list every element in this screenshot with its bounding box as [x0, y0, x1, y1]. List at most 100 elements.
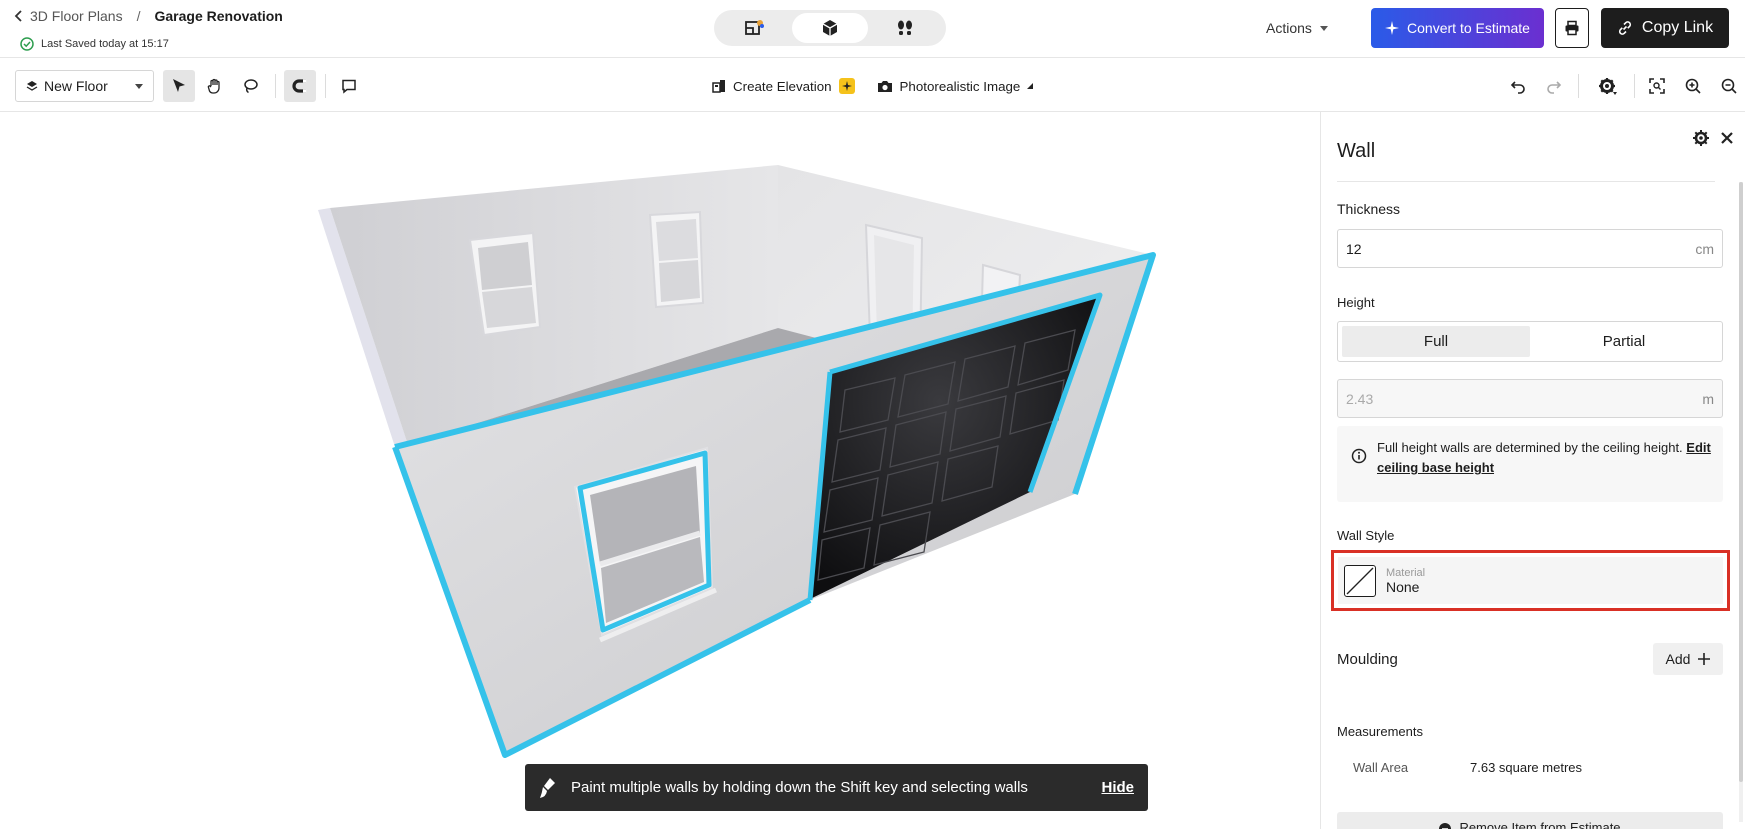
view-walkthrough-button[interactable] — [868, 13, 943, 43]
panel-divider — [1337, 181, 1715, 182]
height-partial-option[interactable]: Partial — [1530, 326, 1718, 357]
3d-box-icon — [821, 19, 839, 37]
height-info-box: Full height walls are determined by the … — [1337, 426, 1723, 502]
height-unit: m — [1702, 390, 1714, 407]
magnet-icon — [292, 78, 308, 94]
hand-icon — [207, 78, 223, 94]
convert-label: Convert to Estimate — [1407, 20, 1530, 36]
sparkle-icon — [1385, 21, 1400, 35]
no-material-icon — [1346, 567, 1374, 594]
moulding-label: Moulding — [1337, 651, 1398, 668]
view-3d-button[interactable] — [792, 13, 868, 43]
redo-button[interactable] — [1538, 70, 1570, 102]
add-moulding-label: Add — [1665, 651, 1691, 667]
center-tools: Create Elevation Photorealistic Image — [712, 70, 1034, 102]
height-input[interactable] — [1346, 390, 1703, 407]
lasso-icon — [243, 78, 259, 94]
app-header: 3D Floor Plans / Garage Renovation Last … — [0, 0, 1745, 58]
material-value: None — [1386, 578, 1420, 595]
snap-magnet-button[interactable] — [284, 70, 316, 102]
panel-close-button[interactable] — [1719, 128, 1739, 148]
camera-icon — [877, 79, 893, 93]
photorealistic-image-button[interactable]: Photorealistic Image — [877, 79, 1034, 94]
fit-to-screen-button[interactable] — [1641, 70, 1673, 102]
pan-tool-button[interactable] — [199, 70, 231, 102]
gear-icon — [1692, 129, 1712, 147]
printer-icon — [1564, 20, 1580, 36]
view-mode-toggle — [714, 10, 946, 46]
thickness-unit: cm — [1695, 240, 1714, 257]
info-icon — [1351, 448, 1367, 464]
remove-from-estimate-button[interactable]: Remove Item from Estimate — [1337, 812, 1723, 829]
caret-down-icon — [135, 83, 143, 89]
height-full-option[interactable]: Full — [1342, 326, 1530, 357]
gear-icon — [1598, 77, 1618, 95]
material-selector[interactable]: Material None — [1338, 557, 1723, 604]
save-status-text: Last Saved today at 15:17 — [41, 38, 169, 50]
copy-link-button[interactable]: Copy Link — [1601, 8, 1729, 48]
create-elevation-label: Create Elevation — [733, 78, 832, 94]
link-icon — [1617, 20, 1633, 36]
wall-area-label: Wall Area — [1353, 760, 1409, 775]
photorealistic-label: Photorealistic Image — [899, 78, 1021, 94]
view-settings-button[interactable] — [1588, 70, 1628, 102]
layers-icon — [26, 80, 38, 92]
zoom-out-icon — [1721, 78, 1737, 94]
actions-menu-button[interactable]: Actions — [1266, 15, 1328, 41]
comment-tool-button[interactable] — [333, 70, 365, 102]
print-button[interactable] — [1555, 8, 1589, 48]
toolbar-divider — [1634, 74, 1635, 98]
elevation-icon — [712, 79, 726, 93]
breadcrumb-separator: / — [136, 8, 141, 24]
breadcrumb-back-link[interactable]: 3D Floor Plans — [14, 8, 123, 24]
hide-toast-button[interactable]: Hide — [1101, 779, 1134, 796]
zoom-in-icon — [1685, 78, 1701, 94]
toolbar-divider — [325, 74, 326, 98]
actions-label: Actions — [1266, 20, 1312, 36]
breadcrumb-parent: 3D Floor Plans — [30, 8, 123, 24]
corner-triangle-icon — [1027, 83, 1034, 89]
thickness-input[interactable] — [1346, 240, 1696, 257]
paintbrush-icon — [539, 777, 557, 799]
zoom-out-button[interactable] — [1713, 70, 1745, 102]
convert-to-estimate-button[interactable]: Convert to Estimate — [1371, 8, 1544, 48]
view-2d-button[interactable] — [717, 13, 792, 43]
height-mode-toggle: Full Partial — [1337, 321, 1723, 362]
copy-link-label: Copy Link — [1641, 19, 1714, 36]
material-swatch — [1344, 564, 1376, 597]
check-circle-icon — [20, 37, 34, 51]
panel-settings-button[interactable] — [1692, 128, 1712, 148]
sparkle-badge-icon — [838, 78, 855, 94]
height-label: Height — [1337, 295, 1375, 310]
caret-down-icon — [1319, 25, 1328, 31]
redo-icon — [1546, 78, 1562, 94]
zoom-in-button[interactable] — [1677, 70, 1709, 102]
panel-title: Wall — [1337, 140, 1376, 162]
garage-3d-model[interactable] — [0, 112, 1320, 829]
close-icon — [1719, 130, 1739, 146]
wall-area-row: Wall Area 7.63 square metres — [1353, 760, 1713, 775]
material-caption: Material — [1386, 566, 1426, 579]
floor-select[interactable]: New Floor — [15, 70, 154, 102]
toolbar-divider — [1578, 74, 1579, 98]
plus-icon — [1698, 653, 1711, 665]
height-field: m — [1337, 379, 1723, 418]
undo-button[interactable] — [1502, 70, 1534, 102]
chevron-left-icon — [14, 10, 24, 22]
remove-label: Remove Item from Estimate — [1459, 820, 1621, 829]
editor-toolbar: New Floor Create Elevation Photorealisti… — [0, 58, 1745, 112]
wall-area-value: 7.63 square metres — [1470, 760, 1583, 775]
back-window-right — [648, 210, 705, 309]
floor-select-label: New Floor — [44, 78, 108, 94]
panel-scrollbar-thumb[interactable] — [1739, 182, 1743, 782]
create-elevation-button[interactable]: Create Elevation — [712, 78, 855, 94]
3d-viewport[interactable] — [0, 112, 1320, 829]
select-tool-button[interactable] — [163, 70, 195, 102]
lasso-tool-button[interactable] — [235, 70, 267, 102]
hint-toast: Paint multiple walls by holding down the… — [525, 764, 1148, 811]
measurements-label: Measurements — [1337, 724, 1423, 739]
save-status: Last Saved today at 15:17 — [20, 37, 169, 51]
2d-plan-icon — [744, 19, 766, 37]
thickness-label: Thickness — [1337, 201, 1401, 217]
add-moulding-button[interactable]: Add — [1653, 643, 1723, 675]
